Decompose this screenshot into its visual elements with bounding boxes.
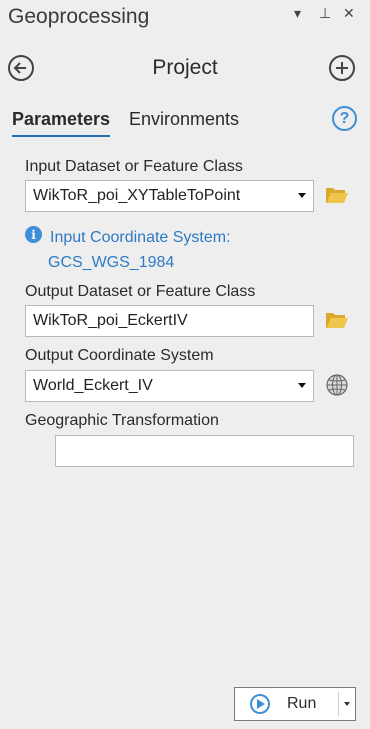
run-separator bbox=[338, 692, 339, 716]
globe-icon[interactable] bbox=[326, 374, 348, 396]
tool-title: Project bbox=[152, 56, 218, 79]
run-button[interactable]: Run bbox=[234, 687, 356, 721]
pane-options-dropdown[interactable]: ▾ bbox=[294, 5, 301, 22]
input-coordinate-label: Input Coordinate System: bbox=[50, 229, 231, 246]
add-button[interactable] bbox=[329, 55, 355, 81]
output-coordinate-value: World_Eckert_IV bbox=[33, 377, 153, 394]
geo-transform-label: Geographic Transformation bbox=[25, 412, 219, 429]
output-dataset-value: WikToR_poi_EckertIV bbox=[33, 312, 188, 329]
geo-transform-field[interactable] bbox=[55, 435, 354, 467]
question-icon: ? bbox=[339, 109, 350, 127]
output-coordinate-label: Output Coordinate System bbox=[25, 347, 214, 364]
input-coordinate-value: GCS_WGS_1984 bbox=[48, 254, 175, 271]
input-dataset-value: WikToR_poi_XYTableToPoint bbox=[33, 187, 241, 204]
plus-icon bbox=[336, 62, 348, 74]
play-icon bbox=[250, 694, 270, 714]
output-coordinate-dropdown[interactable]: World_Eckert_IV bbox=[25, 370, 314, 402]
input-dataset-dropdown[interactable]: WikToR_poi_XYTableToPoint bbox=[25, 180, 314, 212]
info-icon: i bbox=[25, 226, 42, 243]
folder-icon[interactable] bbox=[325, 310, 349, 330]
pin-icon[interactable]: ⊥ bbox=[319, 5, 331, 22]
output-dataset-label: Output Dataset or Feature Class bbox=[25, 283, 256, 300]
close-icon[interactable]: ✕ bbox=[343, 5, 355, 22]
folder-icon[interactable] bbox=[325, 185, 349, 205]
chevron-down-icon bbox=[298, 193, 306, 198]
run-options-chevron-icon[interactable] bbox=[344, 702, 350, 706]
tab-environments[interactable]: Environments bbox=[129, 109, 239, 130]
run-label: Run bbox=[287, 695, 317, 712]
tab-parameters[interactable]: Parameters bbox=[12, 109, 111, 137]
help-button[interactable]: ? bbox=[332, 106, 357, 131]
pane-title: Geoprocessing bbox=[8, 5, 150, 28]
input-coordinate-info: Input Coordinate System: GCS_WGS_1984 bbox=[48, 225, 280, 275]
chevron-down-icon bbox=[298, 383, 306, 388]
output-dataset-field[interactable]: WikToR_poi_EckertIV bbox=[25, 305, 314, 337]
input-dataset-label: Input Dataset or Feature Class bbox=[25, 158, 243, 175]
